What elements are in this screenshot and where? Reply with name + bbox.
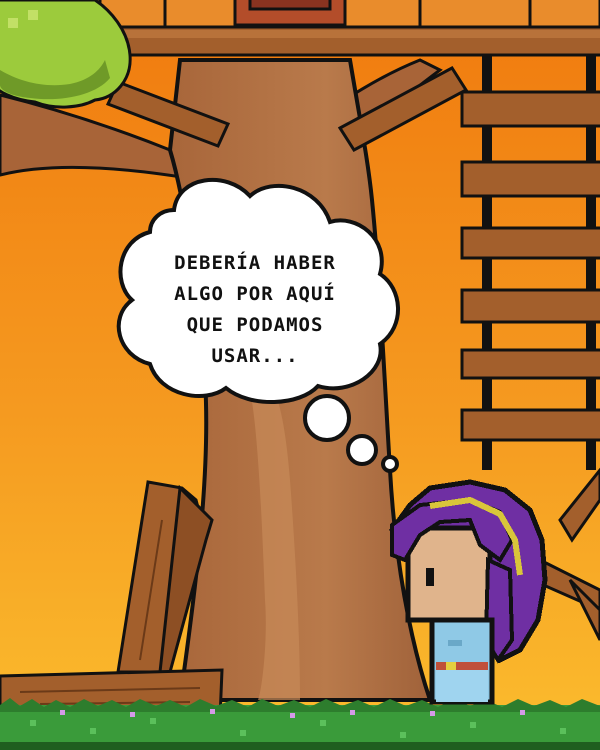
grass xyxy=(0,698,600,750)
scene-art xyxy=(0,0,600,750)
thought-line-2: ALGO POR AQUÍ xyxy=(174,283,336,305)
thought-line-3: QUE PODAMOS xyxy=(186,314,324,336)
thought-line-1: DEBERÍA HABER xyxy=(174,252,336,274)
game-scene: DEBERÍA HABER ALGO POR AQUÍ QUE PODAMOS … xyxy=(0,0,600,750)
thought-line-4: USAR... xyxy=(211,345,299,367)
treehouse xyxy=(98,0,600,29)
treehouse-beam xyxy=(98,23,600,57)
thought-text: DEBERÍA HABER ALGO POR AQUÍ QUE PODAMOS … xyxy=(130,248,380,372)
tree-leaves xyxy=(0,0,132,109)
